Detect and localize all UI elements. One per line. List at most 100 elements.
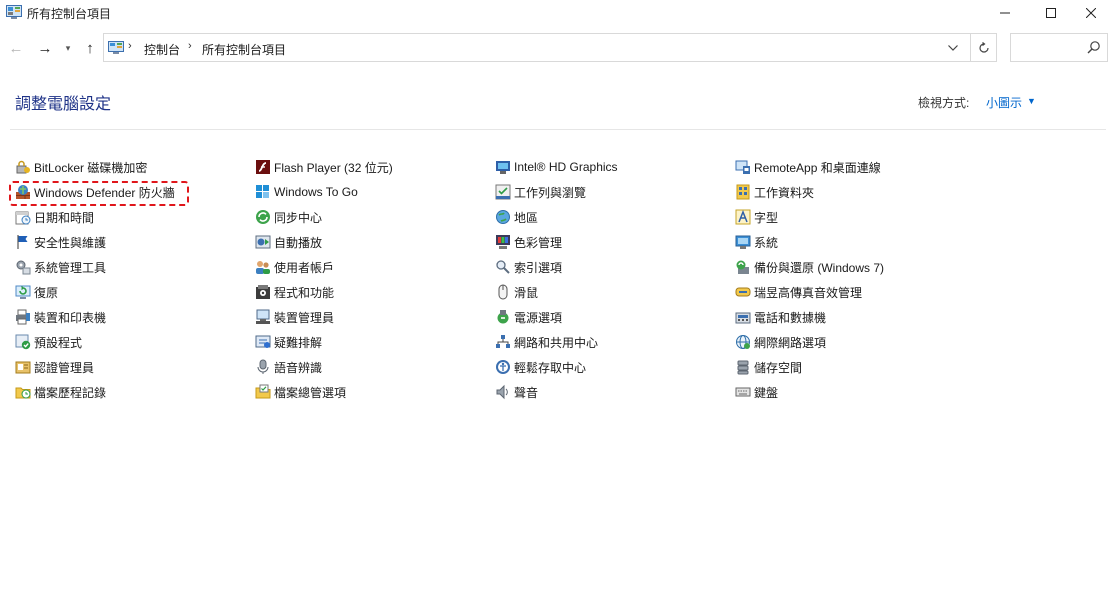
view-by-dropdown[interactable]: 小圖示 [986,94,1022,111]
control-panel-item-label: 儲存空間 [754,360,803,375]
window-title: 所有控制台項目 [27,7,112,21]
folder-options-icon [255,384,271,400]
control-panel-item[interactable]: 地區 [495,207,538,227]
control-panel-item-label: 色彩管理 [514,235,563,250]
control-panel-item[interactable]: 同步中心 [255,207,322,227]
control-panel-item-label: 聲音 [514,385,539,400]
control-panel-item-label: Windows To Go [274,185,358,199]
control-panel-item[interactable]: 鍵盤 [735,382,778,402]
control-panel-item[interactable]: 工作資料夾 [735,182,814,202]
arrow-left-icon: ← [8,39,24,57]
file-history-icon [15,384,31,400]
chevron-right-icon[interactable]: › [128,40,132,52]
tools-icon [15,259,31,275]
control-panel-item[interactable]: 網路和共用中心 [495,332,598,352]
control-panel-item[interactable]: 色彩管理 [495,232,562,252]
navigation-bar: ← → ▾ ↑ › 控制台 › 所有控制台項目 [0,32,1114,64]
control-panel-item[interactable]: 復原 [15,282,58,302]
control-panel-window: 所有控制台項目 ← → ▾ ↑ › 控制台 › 所有控制台項目 調整電腦設定 檢… [0,0,1114,610]
address-bar[interactable]: › 控制台 › 所有控制台項目 [103,33,997,62]
control-panel-item[interactable]: Windows To Go [255,182,358,202]
control-panel-item[interactable]: 程式和功能 [255,282,334,302]
control-panel-item[interactable]: 網際網路選項 [735,332,826,352]
microphone-icon [255,359,271,375]
control-panel-item-label: 語音辨識 [274,360,323,375]
control-panel-item-label: 程式和功能 [274,285,335,300]
control-panel-item[interactable]: 滑鼠 [495,282,538,302]
taskbar-icon [495,184,511,200]
control-panel-item[interactable]: 裝置管理員 [255,307,334,327]
control-panel-item[interactable]: 檔案總管選項 [255,382,346,402]
control-panel-item[interactable]: 索引選項 [495,257,562,277]
chevron-down-icon: ▾ [65,42,71,53]
search-icon[interactable] [1087,40,1101,54]
minimize-button[interactable] [982,0,1028,26]
close-button[interactable] [1068,0,1114,26]
control-panel-item[interactable]: 日期和時間 [15,207,94,227]
control-panel-item-label: 網際網路選項 [754,335,827,350]
keyboard-icon [735,384,751,400]
realtek-audio-icon [735,284,751,300]
highlight-box [9,181,189,206]
control-panel-item[interactable]: RemoteApp 和桌面連線 [735,157,881,177]
control-panel-icon [108,41,124,54]
control-panel-item-label: 自動播放 [274,235,323,250]
back-button[interactable]: ← [6,38,26,58]
control-panel-item-label: 索引選項 [514,260,563,275]
maximize-icon [1046,8,1056,18]
control-panel-item[interactable]: 檔案歷程記錄 [15,382,106,402]
control-panel-item[interactable]: 輕鬆存取中心 [495,357,586,377]
up-button[interactable]: ↑ [80,38,100,58]
breadcrumb-all-items[interactable]: 所有控制台項目 [202,41,286,58]
caret-down-icon[interactable]: ▼ [1027,96,1036,106]
control-panel-item[interactable]: 儲存空間 [735,357,802,377]
work-folders-icon [735,184,751,200]
control-panel-item[interactable]: BitLocker 磁碟機加密 [15,157,147,177]
control-panel-item[interactable]: 安全性與維護 [15,232,106,252]
forward-button[interactable]: → [35,38,55,58]
address-dropdown-button[interactable] [942,34,964,61]
control-panel-item[interactable]: 使用者帳戶 [255,257,334,277]
control-panel-item[interactable]: 語音辨識 [255,357,322,377]
flash-icon [255,159,271,175]
control-panel-item[interactable]: 備份與還原 (Windows 7) [735,257,884,277]
title-bar: 所有控制台項目 [0,0,1114,26]
control-panel-item-label: 日期和時間 [34,210,95,225]
control-panel-item[interactable]: 電話和數據機 [735,307,826,327]
control-panel-item[interactable]: 電源選項 [495,307,562,327]
refresh-button[interactable] [970,34,997,61]
control-panel-item[interactable]: Flash Player (32 位元) [255,157,393,177]
control-panel-item[interactable]: 工作列與瀏覽 [495,182,586,202]
phone-modem-icon [735,309,751,325]
device-manager-icon [255,309,271,325]
control-panel-item[interactable]: 預設程式 [15,332,82,352]
sync-icon [255,209,271,225]
control-panel-item[interactable]: 系統 [735,232,778,252]
recent-locations-button[interactable]: ▾ [62,38,74,58]
control-panel-item[interactable]: Intel® HD Graphics [495,157,618,177]
control-panel-item[interactable]: 疑難排解 [255,332,322,352]
control-panel-item[interactable]: 認證管理員 [15,357,94,377]
search-input[interactable] [1013,36,1087,60]
font-icon [735,209,751,225]
control-panel-item[interactable]: 裝置和印表機 [15,307,106,327]
recovery-icon [15,284,31,300]
control-panel-item[interactable]: 瑞昱高傳真音效管理 [735,282,862,302]
control-panel-item[interactable]: 系統管理工具 [15,257,106,277]
control-panel-item[interactable]: 自動播放 [255,232,322,252]
breadcrumb-control-panel[interactable]: 控制台 [144,41,180,58]
chevron-right-icon[interactable]: › [188,40,192,52]
control-panel-item-label: 備份與還原 (Windows 7) [754,260,885,275]
speaker-icon [495,384,511,400]
close-icon [1086,8,1096,18]
intel-graphics-icon [495,159,511,175]
search-box[interactable] [1010,33,1108,62]
globe-icon [495,209,511,225]
flag-icon [15,234,31,250]
control-panel-item[interactable]: 字型 [735,207,778,227]
control-panel-item-label: 預設程式 [34,335,83,350]
windows-to-go-icon [255,184,271,200]
control-panel-item[interactable]: 聲音 [495,382,538,402]
system-icon [735,234,751,250]
clock-icon [15,209,31,225]
